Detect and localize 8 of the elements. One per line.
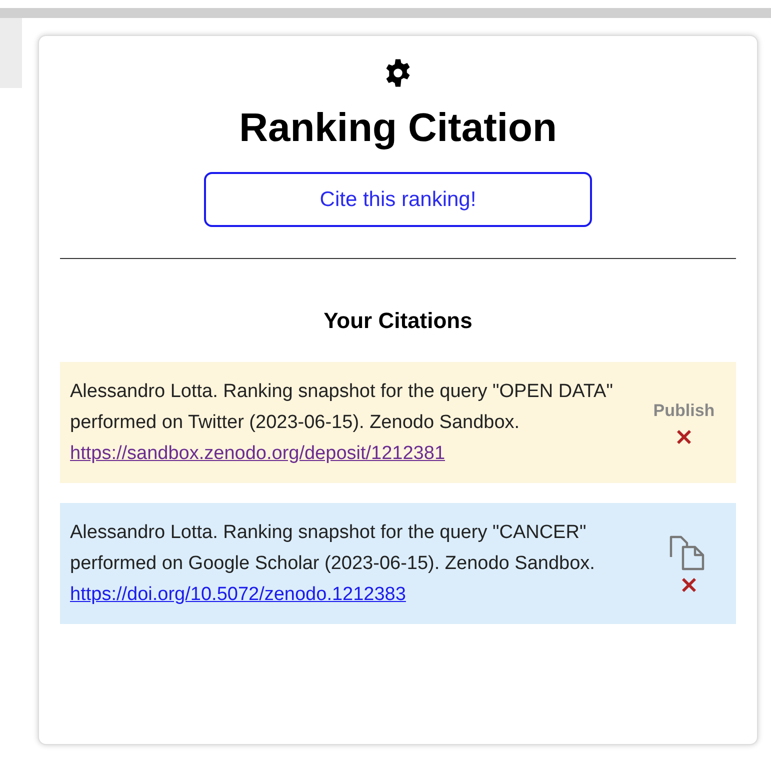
citation-link[interactable]: https://doi.org/10.5072/zenodo.1212383 xyxy=(70,579,406,610)
page-title: Ranking Citation xyxy=(239,105,557,152)
cite-button[interactable]: Cite this ranking! xyxy=(204,172,592,227)
citation-link[interactable]: https://sandbox.zenodo.org/deposit/1212381 xyxy=(70,438,446,469)
section-heading: Your Citations xyxy=(324,307,472,335)
page-background-panel xyxy=(0,18,22,88)
citation-text: Alessandro Lotta. Ranking snapshot for the query "OPEN DATA" performed on Twitter (2023-06-15). Zenodo Sandbox. xyxy=(70,380,614,435)
citation-text: Alessandro Lotta. Ranking snapshot for the query "CANCER" performed on Google Scholar (2023-06-15). Zenodo Sandbox. xyxy=(70,521,596,576)
